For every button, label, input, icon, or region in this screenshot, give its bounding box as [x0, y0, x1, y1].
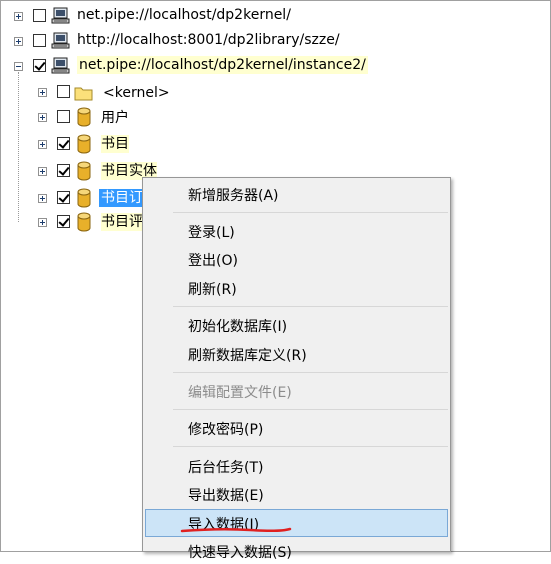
server-checkbox[interactable]	[33, 9, 46, 22]
menu-item-label: 新增服务器(A)	[188, 188, 279, 204]
menu-item-refresh[interactable]: 刷新(R)	[145, 275, 448, 301]
database-checkbox-checked[interactable]	[57, 191, 70, 204]
server-computer-icon	[51, 32, 70, 49]
tree-node-label[interactable]: 用户	[101, 109, 129, 127]
menu-item-label: 刷新(R)	[188, 282, 237, 298]
menu-item-label: 登出(O)	[188, 253, 238, 269]
context-menu: 新增服务器(A) 登录(L) 登出(O) 刷新(R) 初始化数据库(I) 刷新数…	[142, 177, 451, 561]
tree-node-label[interactable]: 书目评	[101, 213, 143, 231]
menu-item-refresh-db-definition[interactable]: 刷新数据库定义(R)	[145, 341, 448, 367]
menu-item-init-database[interactable]: 初始化数据库(I)	[145, 312, 448, 338]
database-icon	[77, 212, 91, 232]
database-checkbox[interactable]	[57, 110, 70, 123]
expand-plus-icon[interactable]	[38, 88, 47, 97]
server-label[interactable]: http://localhost:8001/dp2library/szze/	[77, 31, 340, 49]
expand-plus-icon[interactable]	[38, 113, 47, 122]
server-checkbox[interactable]	[33, 34, 46, 47]
tree-line	[18, 72, 19, 222]
expand-plus-icon[interactable]	[14, 12, 23, 21]
expand-plus-icon[interactable]	[14, 37, 23, 46]
database-icon	[77, 107, 91, 127]
server-checkbox-checked[interactable]	[33, 59, 46, 72]
menu-item-label: 修改密码(P)	[188, 422, 264, 438]
database-checkbox-checked[interactable]	[57, 164, 70, 177]
menu-item-change-password[interactable]: 修改密码(P)	[145, 415, 448, 441]
menu-separator	[173, 306, 448, 307]
menu-item-label: 初始化数据库(I)	[188, 319, 288, 335]
menu-item-edit-config-file: 编辑配置文件(E)	[145, 378, 448, 404]
server-computer-icon	[51, 57, 70, 74]
red-underline-annotation	[180, 527, 292, 533]
expand-plus-icon[interactable]	[38, 218, 47, 227]
database-icon	[77, 161, 91, 181]
menu-item-background-tasks[interactable]: 后台任务(T)	[145, 453, 448, 479]
database-checkbox-checked[interactable]	[57, 137, 70, 150]
menu-item-quick-import-data[interactable]: 快速导入数据(S)	[145, 538, 448, 564]
database-checkbox[interactable]	[57, 85, 70, 98]
menu-item-label: 登录(L)	[188, 225, 235, 241]
expand-plus-icon[interactable]	[38, 167, 47, 176]
server-label-active[interactable]: net.pipe://localhost/dp2kernel/instance2…	[77, 56, 368, 74]
menu-separator	[173, 372, 448, 373]
folder-icon	[74, 87, 93, 101]
menu-item-label: 后台任务(T)	[188, 460, 264, 476]
database-checkbox-checked[interactable]	[57, 215, 70, 228]
menu-item-export-data[interactable]: 导出数据(E)	[145, 481, 448, 507]
menu-separator	[173, 409, 448, 410]
server-computer-icon	[51, 7, 70, 24]
database-icon	[77, 188, 91, 208]
collapse-minus-icon[interactable]	[14, 62, 23, 71]
menu-separator	[173, 212, 448, 213]
tree-node-label[interactable]: <kernel>	[103, 84, 170, 102]
server-label[interactable]: net.pipe://localhost/dp2kernel/	[77, 6, 291, 24]
menu-item-add-server[interactable]: 新增服务器(A)	[145, 181, 448, 207]
database-icon	[77, 134, 91, 154]
menu-item-label: 编辑配置文件(E)	[188, 385, 292, 401]
tree-node-label-selected[interactable]: 书目订	[99, 189, 145, 207]
tree-node-label[interactable]: 书目	[101, 135, 129, 153]
menu-item-logout[interactable]: 登出(O)	[145, 246, 448, 272]
menu-item-label: 快速导入数据(S)	[188, 545, 292, 561]
menu-item-label: 导出数据(E)	[188, 488, 264, 504]
expand-plus-icon[interactable]	[38, 140, 47, 149]
menu-item-login[interactable]: 登录(L)	[145, 218, 448, 244]
expand-plus-icon[interactable]	[38, 194, 47, 203]
menu-separator	[173, 446, 448, 447]
menu-item-label: 刷新数据库定义(R)	[188, 348, 307, 364]
